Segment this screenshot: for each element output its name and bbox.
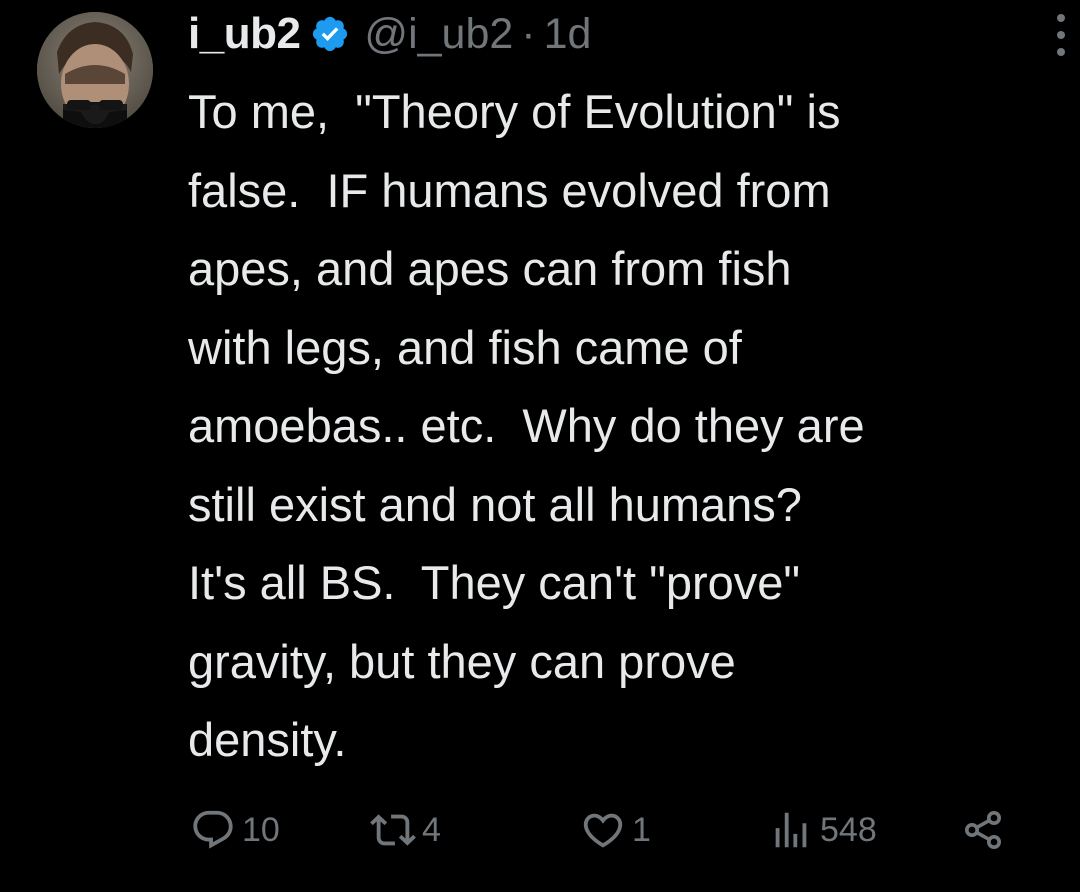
avatar[interactable] [37,12,153,128]
tweet-text-line: with legs, and fish came of [188,320,742,374]
repost-button[interactable]: 4 [370,806,441,854]
reply-icon [193,810,233,849]
tweet-content: i_ub2 @i_ub2 · 1d To me, "Theory of Evol… [188,0,1048,780]
tweet-text-line: To me, "Theory of Evolution" is [188,85,841,138]
display-name[interactable]: i_ub2 [188,9,301,59]
reply-button[interactable]: 10 [190,806,280,854]
separator-dot: · [521,9,536,58]
tweet-text-line: gravity, but they can prove [188,634,736,688]
tweet-actions: 10 4 1 548 [190,806,1020,854]
handle[interactable]: @i_ub2 [364,10,513,59]
tweet-text-line: apes, and apes can from fish [188,242,792,295]
tweet-text: To me, "Theory of Evolution" is false. IF… [188,73,1048,780]
views-button[interactable]: 548 [768,806,877,854]
more-options-icon[interactable] [1054,14,1068,56]
tweet-header: i_ub2 @i_ub2 · 1d [188,0,1048,68]
reply-count: 10 [242,810,280,849]
share-icon [965,811,1001,849]
like-button[interactable]: 1 [580,806,651,854]
views-count: 548 [820,810,877,849]
timestamp[interactable]: 1d [544,10,592,59]
repost-icon [370,814,416,846]
avatar-image [37,12,153,128]
like-icon [583,813,623,848]
tweet-text-line: amoebas.. etc. Why do they are [188,399,865,452]
tweet[interactable]: i_ub2 @i_ub2 · 1d To me, "Theory of Evol… [0,0,1080,892]
tweet-text-line: It's all BS. They can't "prove" [188,556,801,609]
tweet-text-line: density. [188,713,347,766]
tweet-text-line: false. IF humans evolved from [188,163,831,217]
share-button[interactable] [960,806,1008,854]
repost-count: 4 [422,810,441,849]
like-count: 1 [632,810,651,849]
views-icon [775,812,807,848]
tweet-text-line: still exist and not all humans? [188,477,802,531]
verified-badge-icon [310,14,350,54]
